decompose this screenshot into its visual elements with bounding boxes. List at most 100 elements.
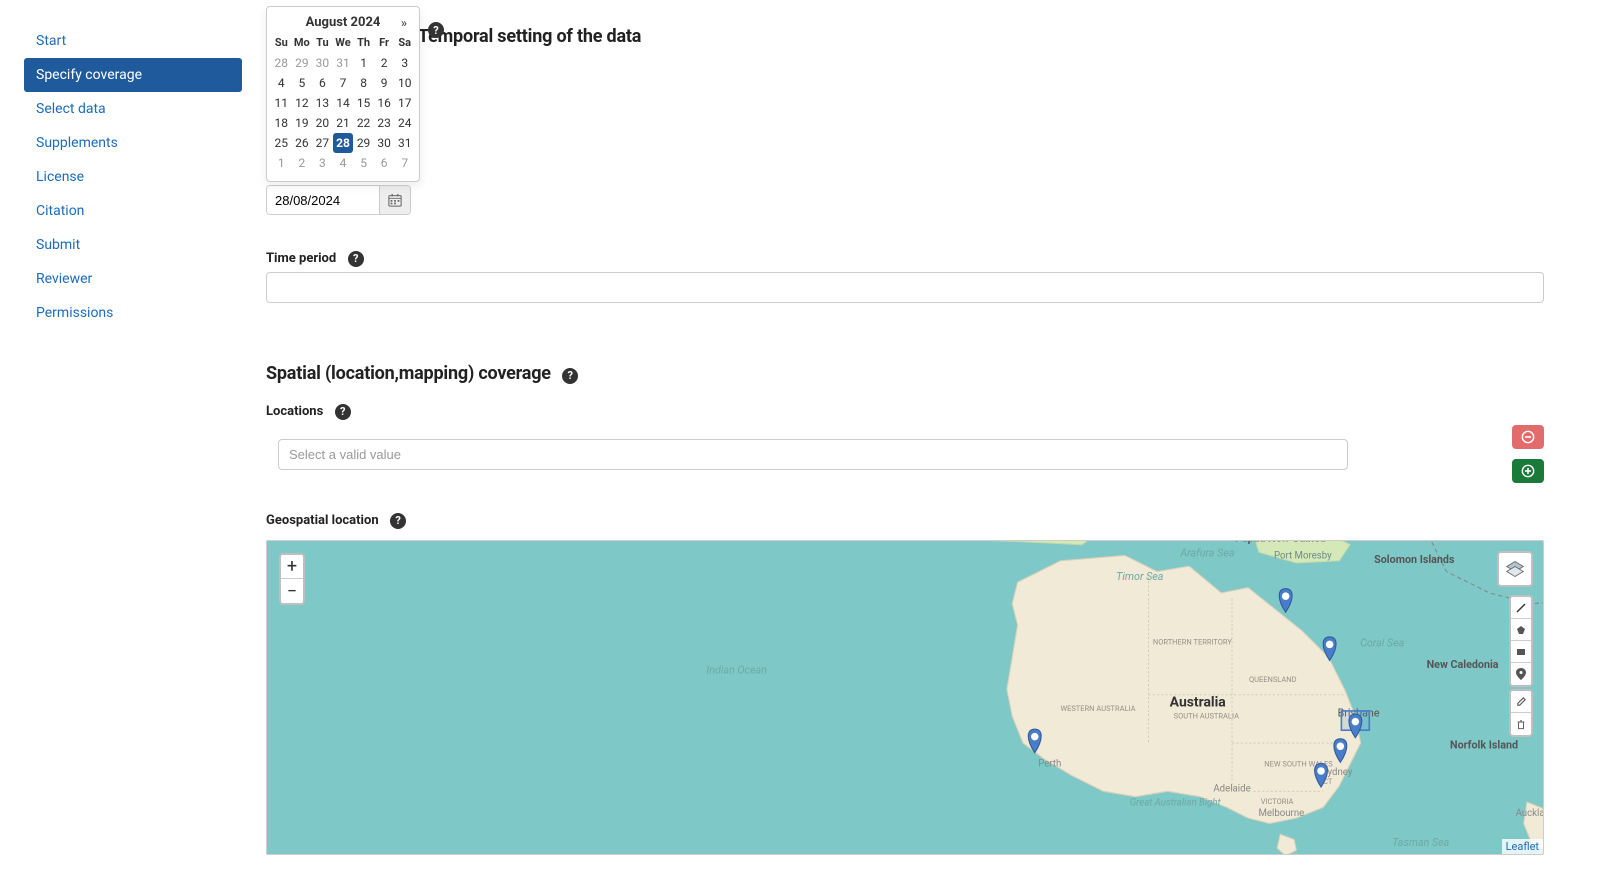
calendar-dow: Mo — [292, 34, 313, 53]
calendar-day[interactable]: 30 — [374, 133, 395, 153]
calendar-day[interactable]: 26 — [292, 133, 313, 153]
nav-item-permissions[interactable]: Permissions — [24, 296, 242, 330]
calendar-day[interactable]: 25 — [271, 133, 292, 153]
locations-input[interactable] — [278, 439, 1348, 470]
calendar-day[interactable]: 31 — [394, 133, 415, 153]
calendar-day[interactable]: 7 — [394, 153, 415, 173]
nav-item-submit[interactable]: Submit — [24, 228, 242, 262]
layers-button[interactable] — [1497, 551, 1533, 587]
geospatial-label: Geospatial location — [266, 513, 379, 528]
draw-controls — [1509, 595, 1533, 687]
nav-item-select-data[interactable]: Select data — [24, 92, 242, 126]
draw-polygon-button[interactable] — [1511, 619, 1531, 641]
draw-line-button[interactable] — [1511, 597, 1531, 619]
calendar-day[interactable]: 3 — [394, 53, 415, 73]
locations-label: Locations — [266, 404, 323, 419]
map-label: Papua New Guinea — [1235, 541, 1326, 544]
calendar-day[interactable]: 20 — [312, 113, 333, 133]
calendar-dow: We — [333, 34, 354, 53]
draw-rectangle-button[interactable] — [1511, 641, 1531, 663]
nav-item-license[interactable]: License — [24, 160, 242, 194]
calendar-day[interactable]: 28 — [333, 133, 354, 153]
calendar-day[interactable]: 19 — [292, 113, 313, 133]
nav-item-reviewer[interactable]: Reviewer — [24, 262, 242, 296]
help-icon[interactable]: ? — [335, 404, 351, 420]
date-field[interactable] — [267, 186, 379, 214]
calendar-day[interactable]: 4 — [333, 153, 354, 173]
help-icon[interactable]: ? — [390, 513, 406, 529]
calendar-day[interactable]: 29 — [353, 133, 374, 153]
draw-marker-button[interactable] — [1511, 663, 1531, 685]
time-period-label: Time period — [266, 251, 336, 266]
calendar-day[interactable]: 4 — [271, 73, 292, 93]
calendar-day[interactable]: 22 — [353, 113, 374, 133]
nav-item-citation[interactable]: Citation — [24, 194, 242, 228]
map-label: Tasman Sea — [1392, 836, 1449, 849]
nav-item-start[interactable]: Start — [24, 24, 242, 58]
zoom-in-button[interactable]: + — [281, 555, 303, 579]
calendar-dow: Th — [353, 34, 374, 53]
map-label: Australia — [1170, 695, 1226, 711]
calendar-button[interactable] — [379, 186, 410, 214]
zoom-out-button[interactable]: − — [281, 579, 303, 603]
calendar-day[interactable]: 27 — [312, 133, 333, 153]
time-period-input[interactable] — [266, 272, 1544, 303]
calendar-day[interactable]: 29 — [292, 53, 313, 73]
datepicker-popup: August 2024 » SuMoTuWeThFrSa 28293031123… — [266, 6, 420, 182]
remove-location-button[interactable] — [1512, 425, 1544, 449]
calendar-day[interactable]: 2 — [374, 53, 395, 73]
map-label: Perth — [1038, 759, 1061, 770]
map-attribution[interactable]: Leaflet — [1502, 839, 1543, 854]
calendar-day[interactable]: 14 — [333, 93, 354, 113]
calendar-day[interactable]: 16 — [374, 93, 395, 113]
edit-controls — [1509, 689, 1533, 737]
map-label: QUEENSLAND — [1249, 675, 1297, 684]
calendar-dow: Sa — [394, 34, 415, 53]
calendar-day[interactable]: 8 — [353, 73, 374, 93]
calendar-day[interactable]: 1 — [271, 153, 292, 173]
map[interactable]: SurabayaArafura SeaPapua New GuineaPort … — [266, 540, 1544, 855]
calendar-day[interactable]: 30 — [312, 53, 333, 73]
calendar-day[interactable]: 31 — [333, 53, 354, 73]
calendar-day[interactable]: 5 — [353, 153, 374, 173]
calendar-day[interactable]: 17 — [394, 93, 415, 113]
map-label: NORTHERN TERRITORY — [1153, 638, 1233, 647]
add-location-button[interactable] — [1512, 459, 1544, 483]
map-label: Solomon Islands — [1374, 553, 1455, 566]
nav-item-supplements[interactable]: Supplements — [24, 126, 242, 160]
calendar-day[interactable]: 3 — [312, 153, 333, 173]
calendar-day[interactable]: 9 — [374, 73, 395, 93]
calendar-day[interactable]: 6 — [312, 73, 333, 93]
help-icon[interactable]: ? — [348, 251, 364, 267]
calendar-day[interactable]: 15 — [353, 93, 374, 113]
nav-item-specify-coverage[interactable]: Specify coverage — [24, 58, 242, 92]
temporal-section-title: Temporal setting of the data — [266, 26, 1544, 47]
calendar-dow: Tu — [312, 34, 333, 53]
calendar-day[interactable]: 7 — [333, 73, 354, 93]
calendar-day[interactable]: 2 — [292, 153, 313, 173]
calendar-day[interactable]: 28 — [271, 53, 292, 73]
calendar-day[interactable]: 24 — [394, 113, 415, 133]
calendar-day[interactable]: 23 — [374, 113, 395, 133]
map-label: Norfolk Island — [1450, 739, 1518, 752]
map-label: Coral Sea — [1360, 637, 1405, 650]
calendar-day[interactable]: 1 — [353, 53, 374, 73]
datepicker-next[interactable]: » — [401, 16, 407, 30]
calendar-day[interactable]: 5 — [292, 73, 313, 93]
calendar-day[interactable]: 13 — [312, 93, 333, 113]
edit-button[interactable] — [1511, 691, 1531, 713]
calendar-day[interactable]: 12 — [292, 93, 313, 113]
calendar-day[interactable]: 18 — [271, 113, 292, 133]
calendar-day[interactable]: 6 — [374, 153, 395, 173]
delete-button[interactable] — [1511, 713, 1531, 735]
datepicker-title[interactable]: August 2024 — [306, 15, 381, 30]
calendar-day[interactable]: 10 — [394, 73, 415, 93]
map-label: Adelaide — [1213, 784, 1250, 795]
help-icon[interactable]: ? — [562, 368, 578, 384]
map-label: Melbourne — [1258, 808, 1304, 819]
calendar-day[interactable]: 11 — [271, 93, 292, 113]
sidebar-nav: StartSpecify coverageSelect dataSuppleme… — [0, 0, 266, 879]
spatial-section-title: Spatial (location,mapping) coverage — [266, 363, 551, 384]
calendar-day[interactable]: 21 — [333, 113, 354, 133]
map-label: Great Australian Bight — [1130, 798, 1222, 809]
